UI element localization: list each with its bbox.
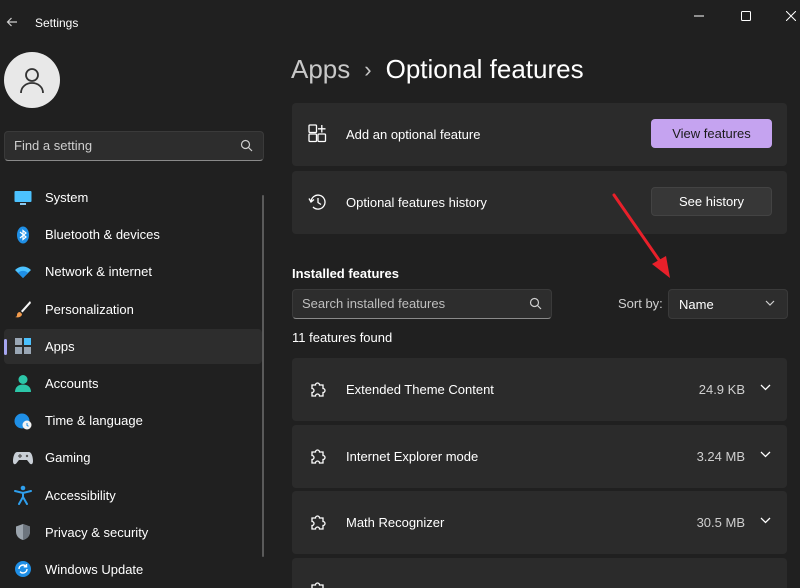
bluetooth-icon [13,225,33,245]
sidebar-item-time-language[interactable]: Time & language [4,403,262,438]
sort-by-dropdown[interactable]: Name [668,289,788,319]
user-icon [20,68,44,94]
sidebar-item-label: Accessibility [45,487,116,503]
sidebar-item-label: Gaming [45,450,91,466]
sidebar-nav: System Bluetooth & devices Network & int… [4,180,262,588]
sidebar-item-system[interactable]: System [4,180,262,215]
history-icon [308,194,326,210]
puzzle-icon [311,449,326,464]
update-icon [13,559,33,579]
sidebar-item-privacy[interactable]: Privacy & security [4,515,262,550]
sidebar-item-apps[interactable]: Apps [4,328,262,364]
add-grid-icon [308,124,327,143]
minimize-icon [694,15,704,17]
app-title: Settings [35,16,79,30]
person-icon [13,373,33,393]
brush-icon [13,299,33,319]
sort-by-label: Sort by: [618,296,663,311]
installed-features-heading: Installed features [292,266,399,281]
feature-name: Extended Theme Content [346,382,494,397]
sidebar-item-label: Windows Update [45,561,144,577]
chevron-down-icon[interactable] [760,517,771,524]
search-icon [240,139,253,152]
apps-icon [13,336,33,356]
feature-size: 24.9 KB [698,382,745,397]
shield-icon [13,522,33,542]
monitor-icon [13,188,33,208]
breadcrumb: Apps › Optional features [291,54,584,85]
sidebar-item-label: Bluetooth & devices [45,227,160,243]
gamepad-icon [13,448,33,468]
sidebar-item-label: Time & language [45,413,143,429]
sidebar-item-network[interactable]: Network & internet [4,254,262,289]
sidebar-scrollbar[interactable] [262,195,264,557]
features-count: 11 features found [292,330,393,345]
add-feature-label: Add an optional feature [346,127,481,142]
sidebar-item-personalization[interactable]: Personalization [4,292,262,327]
features-history-card[interactable]: Optional features history See history [292,171,787,234]
sidebar-item-label: System [45,190,89,205]
sidebar-item-bluetooth[interactable]: Bluetooth & devices [4,217,262,252]
feature-name: Internet Explorer mode [346,449,479,464]
puzzle-icon [311,382,326,397]
puzzle-icon [311,515,326,530]
page-title: Optional features [385,54,584,84]
wifi-icon [13,262,33,282]
view-features-button[interactable]: View features [651,119,772,148]
puzzle-icon [311,582,324,588]
close-icon [786,11,796,21]
sidebar-item-label: Privacy & security [45,524,149,540]
breadcrumb-separator: › [364,56,372,82]
sidebar-item-windows-update[interactable]: Windows Update [4,552,262,587]
feature-row[interactable]: Extended Theme Content 24.9 KB [292,358,787,421]
feature-name: Math Recognizer [346,515,445,530]
sidebar-item-gaming[interactable]: Gaming [4,440,262,475]
settings-search-input[interactable] [14,138,234,153]
sidebar-item-accounts[interactable]: Accounts [4,366,262,401]
feature-row[interactable]: Math Recognizer 30.5 MB [292,491,787,554]
installed-features-search-input[interactable] [302,296,517,311]
sidebar-item-accessibility[interactable]: Accessibility [4,478,262,513]
feature-size: 30.5 MB [696,515,745,530]
maximize-button[interactable] [733,6,759,26]
breadcrumb-parent-link[interactable]: Apps [291,54,350,85]
sidebar-item-label: Apps [45,338,75,354]
feature-row[interactable]: Internet Explorer mode 3.24 MB [292,425,787,488]
sort-by-value: Name [679,297,714,312]
see-history-button[interactable]: See history [651,187,772,216]
avatar[interactable] [4,52,60,108]
sidebar-item-label: Network & internet [45,264,152,280]
accessibility-icon [13,485,33,505]
maximize-icon [741,11,751,21]
sidebar-item-label: Personalization [45,301,134,317]
arrow-left-icon [6,17,17,27]
back-button[interactable] [0,8,24,36]
globe-clock-icon [13,411,33,431]
chevron-down-icon[interactable] [760,451,771,458]
title-bar: Settings [0,0,800,40]
minimize-button[interactable] [686,6,712,26]
close-button[interactable] [778,6,800,26]
search-icon [529,297,542,310]
add-feature-card: Add an optional feature View features [292,103,787,166]
installed-features-search[interactable] [292,289,552,319]
feature-size: 3.24 MB [696,449,745,464]
sidebar-item-label: Accounts [45,375,99,391]
chevron-down-icon [765,300,775,306]
settings-search[interactable] [4,131,264,161]
chevron-down-icon[interactable] [760,384,771,391]
features-history-label: Optional features history [346,195,487,210]
feature-row[interactable] [292,558,787,588]
